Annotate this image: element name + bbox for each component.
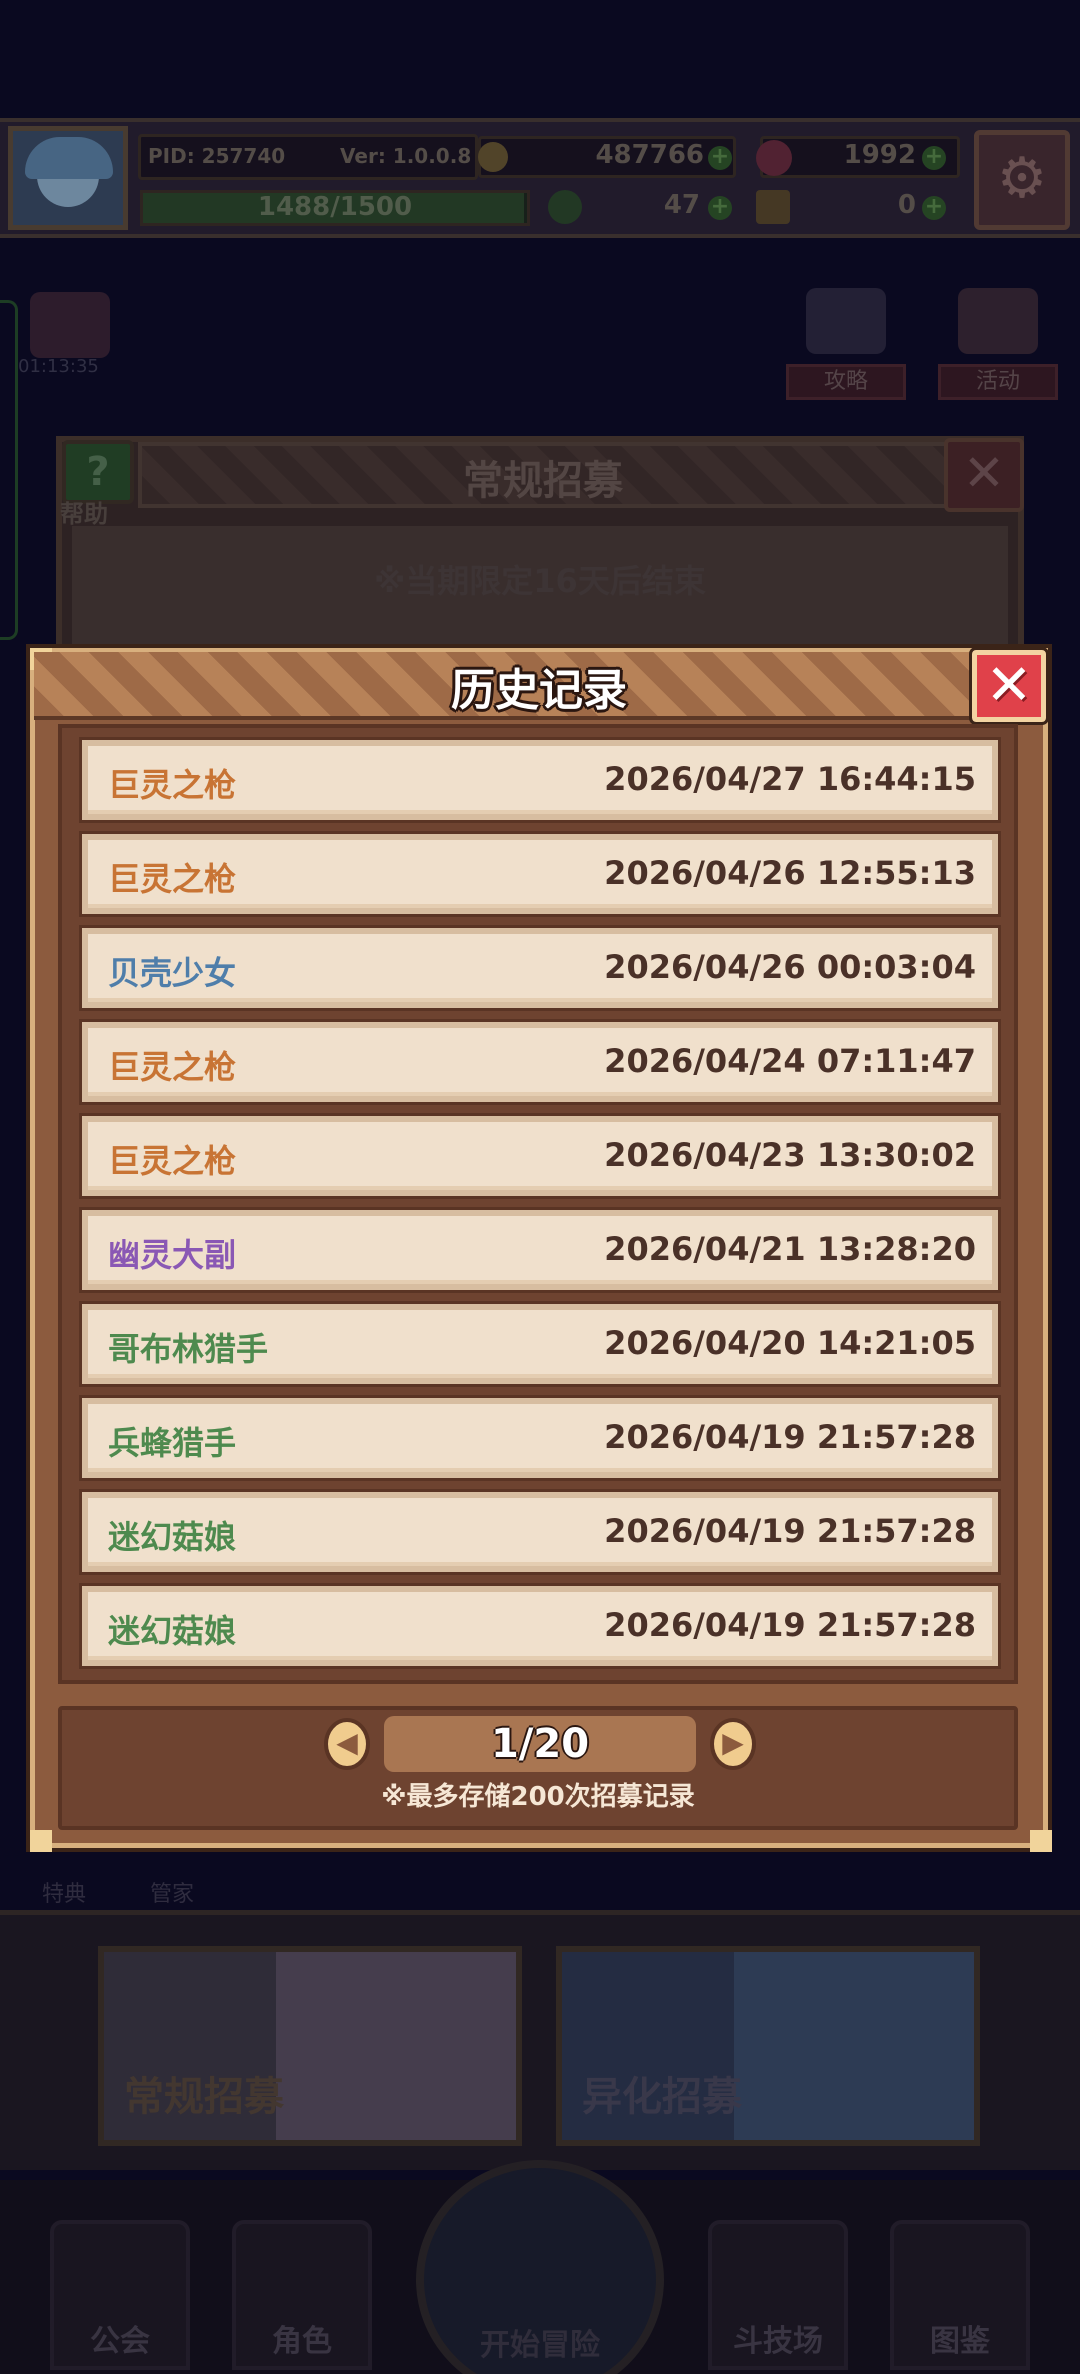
close-icon: ✕	[985, 653, 1033, 718]
recruit-timestamp: 2026/04/19 21:57:28	[604, 1606, 976, 1644]
character-name: 巨灵之枪	[108, 1142, 237, 1180]
storage-note: ※最多存储200次招募记录	[381, 1782, 695, 1812]
history-row: 迷幻菇娘 2026/04/19 21:57:28	[79, 1489, 1001, 1575]
recruit-timestamp: 2026/04/21 13:28:20	[604, 1230, 976, 1268]
character-name: 迷幻菇娘	[108, 1612, 237, 1650]
character-name: 迷幻菇娘	[108, 1518, 237, 1556]
history-row: 巨灵之枪 2026/04/24 07:11:47	[79, 1019, 1001, 1105]
close-button[interactable]: ✕	[969, 647, 1049, 725]
recruit-timestamp: 2026/04/19 21:57:28	[604, 1418, 976, 1456]
recruit-timestamp: 2026/04/20 14:21:05	[604, 1324, 976, 1362]
character-name: 幽灵大副	[108, 1236, 237, 1274]
recruit-timestamp: 2026/04/23 13:30:02	[604, 1136, 976, 1174]
page-indicator: 1/20	[384, 1716, 696, 1772]
page-number: 1/20	[490, 1721, 590, 1767]
character-name: 巨灵之枪	[108, 766, 237, 804]
history-row: 幽灵大副 2026/04/21 13:28:20	[79, 1207, 1001, 1293]
character-name: 巨灵之枪	[108, 860, 237, 898]
recruit-timestamp: 2026/04/27 16:44:15	[604, 760, 976, 798]
character-name: 兵蜂猎手	[108, 1424, 237, 1462]
history-row: 迷幻菇娘 2026/04/19 21:57:28	[79, 1583, 1001, 1669]
prev-page-arrow-icon[interactable]: ◀	[324, 1718, 370, 1770]
recruit-timestamp: 2026/04/26 12:55:13	[604, 854, 976, 892]
modal-corner	[1030, 1830, 1052, 1852]
history-row: 兵蜂猎手 2026/04/19 21:57:28	[79, 1395, 1001, 1481]
recruit-timestamp: 2026/04/19 21:57:28	[604, 1512, 976, 1550]
history-row: 哥布林猎手 2026/04/20 14:21:05	[79, 1301, 1001, 1387]
character-name: 哥布林猎手	[108, 1330, 269, 1368]
character-name: 贝壳少女	[108, 954, 237, 992]
history-row: 巨灵之枪 2026/04/23 13:30:02	[79, 1113, 1001, 1199]
history-row: 巨灵之枪 2026/04/26 12:55:13	[79, 831, 1001, 917]
history-row: 巨灵之枪 2026/04/27 16:44:15	[79, 737, 1001, 823]
character-name: 巨灵之枪	[108, 1048, 237, 1086]
recruit-timestamp: 2026/04/26 00:03:04	[604, 948, 976, 986]
modal-title: 历史记录	[451, 665, 627, 716]
next-page-arrow-icon[interactable]: ▶	[710, 1718, 756, 1770]
recruit-timestamp: 2026/04/24 07:11:47	[604, 1042, 976, 1080]
history-row: 贝壳少女 2026/04/26 00:03:04	[79, 925, 1001, 1011]
modal-corner	[30, 1830, 52, 1852]
